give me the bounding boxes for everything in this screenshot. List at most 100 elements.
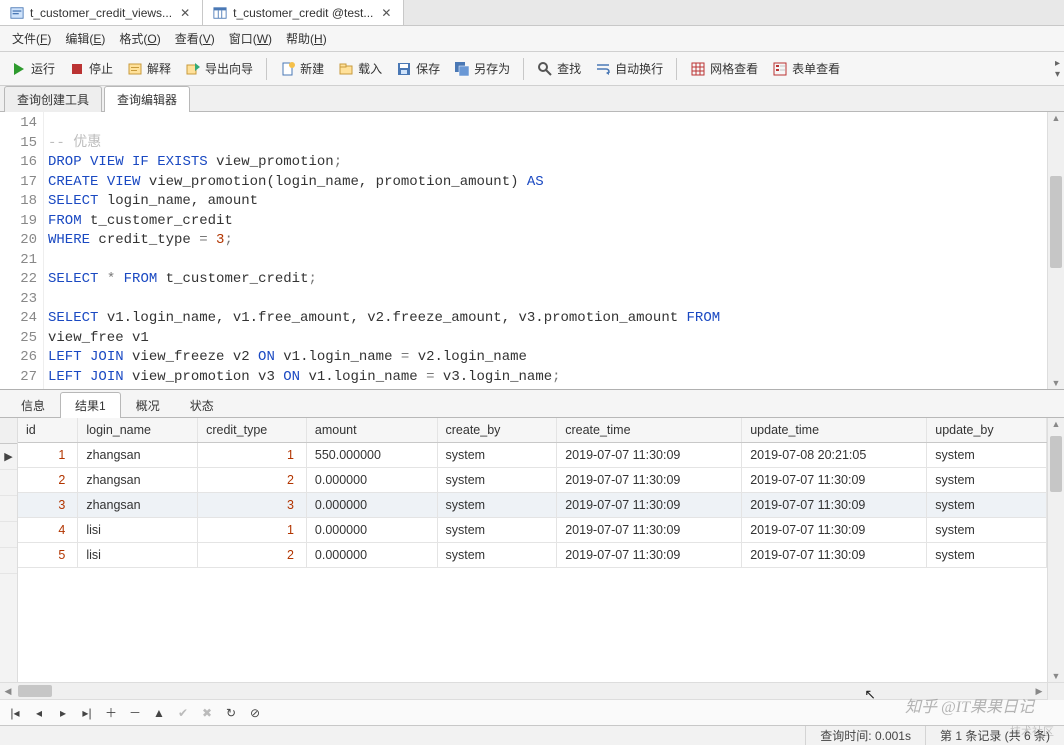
cell[interactable]: 2019-07-07 11:30:09 — [557, 543, 742, 568]
nav-prev-button[interactable]: ◂ — [30, 704, 48, 722]
cell[interactable]: system — [927, 468, 1047, 493]
new-button[interactable]: 新建 — [273, 56, 331, 81]
cell[interactable]: 1 — [198, 443, 307, 468]
cell[interactable]: 0.000000 — [306, 518, 437, 543]
cell[interactable]: 2019-07-07 11:30:09 — [742, 518, 927, 543]
find-button[interactable]: 查找 — [530, 56, 588, 81]
cell[interactable]: 2019-07-07 11:30:09 — [742, 468, 927, 493]
menu-item[interactable]: 帮助(H) — [280, 28, 333, 49]
cell[interactable]: 1 — [198, 518, 307, 543]
cell[interactable]: system — [437, 518, 557, 543]
run-button[interactable]: 运行 — [4, 56, 62, 81]
nav-first-button[interactable]: |◂ — [6, 704, 24, 722]
table-row[interactable]: 3zhangsan30.000000system2019-07-07 11:30… — [18, 493, 1047, 518]
cell[interactable]: lisi — [78, 518, 198, 543]
formview-button[interactable]: 表单查看 — [765, 56, 847, 81]
grid-vertical-scrollbar[interactable]: ▲ ▼ — [1047, 418, 1064, 682]
tab-result1[interactable]: 结果1 — [60, 392, 121, 418]
doc-tab-0[interactable]: t_customer_credit_views... ✕ — [0, 0, 203, 25]
column-header[interactable]: update_by — [927, 418, 1047, 443]
cell[interactable]: 1 — [18, 443, 78, 468]
explain-button[interactable]: 解释 — [120, 56, 178, 81]
export-wizard-button[interactable]: 导出向导 — [178, 56, 260, 81]
cell[interactable]: 2 — [198, 543, 307, 568]
cell[interactable]: 2019-07-07 11:30:09 — [742, 543, 927, 568]
cell[interactable]: zhangsan — [78, 493, 198, 518]
scroll-up-icon[interactable]: ▲ — [1048, 113, 1064, 123]
nav-apply-button[interactable]: ✔ — [174, 704, 192, 722]
cell[interactable]: 2019-07-07 11:30:09 — [742, 493, 927, 518]
cell[interactable]: zhangsan — [78, 443, 198, 468]
grid-horizontal-scrollbar[interactable]: ◀ ▶ — [0, 682, 1064, 699]
doc-tab-1[interactable]: t_customer_credit @test... ✕ — [203, 0, 404, 25]
tab-query-editor[interactable]: 查询编辑器 — [104, 86, 190, 112]
close-icon[interactable]: ✕ — [379, 6, 393, 20]
cell[interactable]: 2019-07-07 11:30:09 — [557, 468, 742, 493]
cell[interactable]: 5 — [18, 543, 78, 568]
menu-item[interactable]: 窗口(W) — [223, 28, 278, 49]
tab-profile[interactable]: 概况 — [121, 392, 175, 418]
scroll-track[interactable] — [16, 683, 1031, 699]
table-row[interactable]: 5lisi20.000000system2019-07-07 11:30:092… — [18, 543, 1047, 568]
cell[interactable]: 2 — [18, 468, 78, 493]
nav-last-button[interactable]: ▸| — [78, 704, 96, 722]
grid-body[interactable]: idlogin_namecredit_typeamountcreate_bycr… — [18, 418, 1047, 682]
scroll-up-icon[interactable]: ▲ — [1048, 419, 1064, 429]
cell[interactable]: 2019-07-07 11:30:09 — [557, 493, 742, 518]
data-table[interactable]: idlogin_namecredit_typeamountcreate_bycr… — [18, 418, 1047, 568]
tab-query-builder[interactable]: 查询创建工具 — [4, 86, 102, 112]
cell[interactable]: lisi — [78, 543, 198, 568]
cell[interactable]: system — [927, 543, 1047, 568]
scroll-down-icon[interactable]: ▼ — [1048, 671, 1064, 681]
cell[interactable]: system — [437, 443, 557, 468]
cell[interactable]: system — [927, 518, 1047, 543]
load-button[interactable]: 载入 — [331, 56, 389, 81]
nav-delete-button[interactable]: － — [126, 704, 144, 722]
menu-item[interactable]: 格式(O) — [113, 28, 166, 49]
cell[interactable]: zhangsan — [78, 468, 198, 493]
wrap-button[interactable]: 自动换行 — [588, 56, 670, 81]
menu-item[interactable]: 文件(F) — [6, 28, 57, 49]
cell[interactable]: system — [437, 493, 557, 518]
cell[interactable]: 3 — [18, 493, 78, 518]
stop-button[interactable]: 停止 — [62, 56, 120, 81]
column-header[interactable]: id — [18, 418, 78, 443]
editor-vertical-scrollbar[interactable]: ▲ ▼ — [1047, 112, 1064, 389]
nav-refresh-button[interactable]: ↻ — [222, 704, 240, 722]
menu-item[interactable]: 查看(V) — [169, 28, 221, 49]
nav-add-button[interactable]: ＋ — [102, 704, 120, 722]
cell[interactable]: 3 — [198, 493, 307, 518]
cell[interactable]: 0.000000 — [306, 543, 437, 568]
row-marker[interactable] — [0, 548, 17, 574]
row-marker[interactable] — [0, 496, 17, 522]
sql-editor[interactable]: 14 15 16 17 18 19 20 21 22 23 24 25 26 2… — [0, 112, 1064, 390]
cell[interactable]: 550.000000 — [306, 443, 437, 468]
save-button[interactable]: 保存 — [389, 56, 447, 81]
code-area[interactable]: -- 优惠 DROP VIEW IF EXISTS view_promotion… — [44, 112, 1047, 389]
cell[interactable]: system — [437, 543, 557, 568]
cell[interactable]: 2 — [198, 468, 307, 493]
menu-item[interactable]: 编辑(E) — [59, 28, 111, 49]
scroll-thumb[interactable] — [18, 685, 52, 697]
close-icon[interactable]: ✕ — [178, 6, 192, 20]
cell[interactable]: 2019-07-07 11:30:09 — [557, 518, 742, 543]
scroll-left-icon[interactable]: ◀ — [0, 686, 16, 697]
nav-cancel-button[interactable]: ✖ — [198, 704, 216, 722]
scroll-down-icon[interactable]: ▼ — [1048, 378, 1064, 388]
cell[interactable]: 4 — [18, 518, 78, 543]
cell[interactable]: 2019-07-08 20:21:05 — [742, 443, 927, 468]
row-marker[interactable] — [0, 470, 17, 496]
column-header[interactable]: update_time — [742, 418, 927, 443]
nav-next-button[interactable]: ▸ — [54, 704, 72, 722]
toolbar-overflow-button[interactable]: ▸▾ — [1055, 58, 1060, 80]
cell[interactable]: system — [437, 468, 557, 493]
cell[interactable]: 2019-07-07 11:30:09 — [557, 443, 742, 468]
scroll-right-icon[interactable]: ▶ — [1031, 686, 1047, 697]
scroll-thumb[interactable] — [1050, 176, 1062, 268]
row-marker[interactable] — [0, 522, 17, 548]
nav-edit-button[interactable]: ▲ — [150, 704, 168, 722]
cell[interactable]: 0.000000 — [306, 468, 437, 493]
scroll-thumb[interactable] — [1050, 436, 1062, 492]
cell[interactable]: system — [927, 493, 1047, 518]
column-header[interactable]: login_name — [78, 418, 198, 443]
